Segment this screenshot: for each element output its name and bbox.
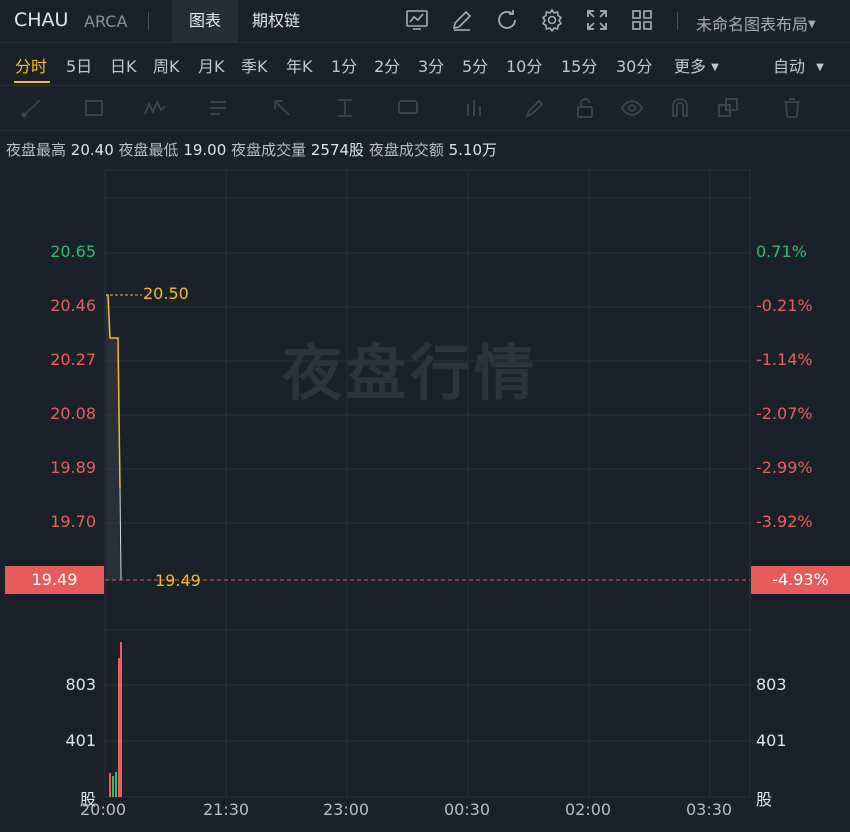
high-marker-label: 20.50 (143, 284, 189, 303)
pct-axis-label: -1.14% (756, 350, 813, 369)
price-axis-label: 20.46 (50, 296, 96, 315)
pct-axis-label: -0.21% (756, 296, 813, 315)
chart-frame (104, 169, 751, 798)
volume-axis-label: 803 (756, 675, 787, 694)
time-axis-label: 21:30 (203, 800, 250, 819)
price-line-tail (119, 487, 122, 581)
pct-axis-label: 0.71% (756, 242, 807, 261)
volume-bar (112, 776, 114, 797)
volume-bar (120, 642, 122, 797)
price-grid (105, 197, 750, 742)
time-axis-label: 20:00 (80, 800, 127, 819)
watermark: 夜盘行情 (282, 339, 538, 409)
volume-axis-unit: 股 (756, 790, 773, 809)
volume-bar (115, 772, 117, 797)
time-axis-label: 23:00 (323, 800, 370, 819)
time-axis-label: 03:30 (686, 800, 733, 819)
time-grid (225, 170, 711, 797)
current-price-tag: 19.49 (5, 566, 104, 594)
pct-axis-label: -3.92% (756, 512, 813, 531)
volume-axis-label: 803 (65, 675, 96, 694)
price-axis-label: 20.27 (50, 350, 96, 369)
volume-bar (109, 773, 111, 797)
price-axis-label: 19.70 (50, 512, 96, 531)
pct-axis-label: -2.07% (756, 404, 813, 423)
price-axis-label: 19.89 (50, 458, 96, 477)
pct-axis-label: -2.99% (756, 458, 813, 477)
volume-bar (118, 658, 120, 797)
volume-axis-label: 401 (65, 731, 96, 750)
current-pct-tag: -4.93% (751, 566, 850, 594)
volume-axis-label: 401 (756, 731, 787, 750)
price-axis-label: 20.65 (50, 242, 96, 261)
low-marker-label: 19.49 (155, 571, 201, 590)
time-axis-label: 00:30 (444, 800, 491, 819)
price-axis-label: 20.08 (50, 404, 96, 423)
chart-canvas[interactable] (0, 0, 850, 832)
time-axis-label: 02:00 (565, 800, 612, 819)
